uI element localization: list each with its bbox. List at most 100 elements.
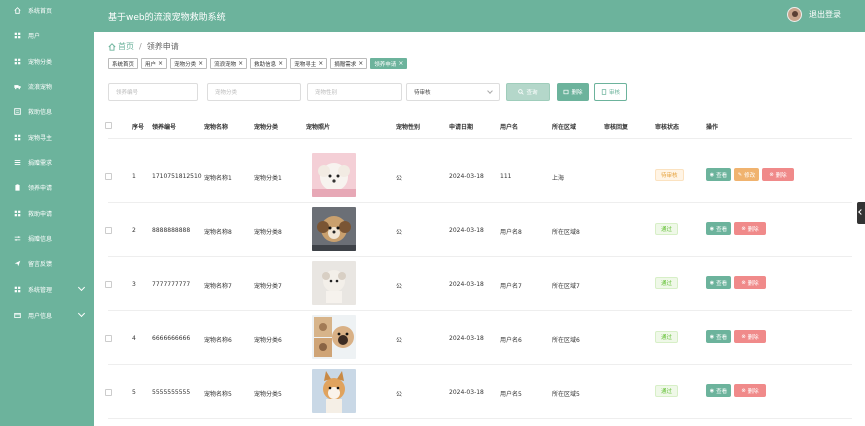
tab-2[interactable]: 宠物分类 × <box>170 58 208 69</box>
cell-pet-name: 宠物名称6 <box>204 337 232 344</box>
breadcrumb-home[interactable]: 首页 <box>118 41 134 52</box>
sidebar-item-7[interactable]: 救助申请 <box>0 203 94 223</box>
view-button[interactable]: ◉ 查看 <box>706 330 731 343</box>
row-checkbox[interactable] <box>105 227 112 234</box>
tab-1[interactable]: 用户 × <box>141 58 168 69</box>
cell-username: 用户名8 <box>500 229 522 236</box>
pet-photo <box>312 369 356 413</box>
sidebar-item-1[interactable]: 宠物分类 <box>0 51 94 71</box>
category-input[interactable]: 宠物分类 <box>207 83 301 101</box>
grid-icon <box>14 32 21 39</box>
user-box[interactable]: 退出登录 <box>787 7 841 22</box>
sidebar-item-8[interactable]: 捐赠信息 <box>0 228 94 248</box>
sidebar-item-5[interactable]: 捐赠需求 <box>0 152 94 172</box>
edit-button[interactable]: ✎ 修改 <box>734 168 759 181</box>
row-delete-button-label: 删除 <box>747 388 759 395</box>
view-button[interactable]: ◉ 查看 <box>706 384 731 397</box>
cell-date: 2024-03-18 <box>449 389 484 396</box>
row-delete-button[interactable]: ⊗ 删除 <box>734 222 766 235</box>
view-button-label: 查看 <box>716 388 728 395</box>
eye-icon: ◉ <box>709 387 715 394</box>
column-header: 宠物性别 <box>396 124 421 131</box>
row-checkbox[interactable] <box>105 389 112 396</box>
pet-photo <box>312 207 356 251</box>
column-header: 申请日期 <box>449 124 474 131</box>
sidebar-item-9[interactable]: 留言反馈 <box>0 253 94 273</box>
view-button[interactable]: ◉ 查看 <box>706 168 731 181</box>
sidebar-item-11[interactable]: 用户信息 <box>0 305 94 325</box>
row-checkbox[interactable] <box>105 173 112 180</box>
side-toggle-tab[interactable] <box>857 202 865 224</box>
search-button[interactable]: 查询 <box>506 83 550 101</box>
tab-7[interactable]: 领养申请 × <box>370 58 408 69</box>
send-icon <box>14 260 21 267</box>
sidebar-item-label: 救助信息 <box>28 108 53 116</box>
delete-icon: ⊗ <box>769 171 774 178</box>
tab-0[interactable]: 系统首页 <box>108 58 139 69</box>
table-row[interactable]: 1 1710751812510 宠物名称1 宠物分类1 公 2024-03-18 111 上海… <box>105 149 852 203</box>
status-badge: 通过 <box>655 385 679 397</box>
cell-adopt-no: 6666666666 <box>152 335 191 342</box>
cell-adopt-no: 5555555555 <box>152 389 191 396</box>
status-badge: 通过 <box>655 223 679 235</box>
breadcrumb-separator: / <box>139 42 142 51</box>
row-delete-button[interactable]: ⊗ 删除 <box>762 168 794 181</box>
select-all-checkbox[interactable] <box>105 122 112 129</box>
table-row[interactable]: 4 6666666666 宠物名称6 宠物分类6 公 2024-03-18 用户名6 所在区域… <box>105 311 852 365</box>
view-button-label: 查看 <box>716 334 728 341</box>
table-row[interactable]: 2 8888888888 宠物名称8 宠物分类8 公 2024-03-18 用户名8 所在区域… <box>105 203 852 257</box>
view-button[interactable]: ◉ 查看 <box>706 222 731 235</box>
gender-input[interactable]: 宠物性别 <box>307 83 402 101</box>
cell-area: 所在区域6 <box>552 337 580 344</box>
row-delete-button[interactable]: ⊗ 删除 <box>734 276 766 289</box>
close-icon[interactable]: × <box>318 60 323 67</box>
row-checkbox[interactable] <box>105 335 112 342</box>
sidebar-item-0[interactable]: 用户 <box>0 25 94 45</box>
adopt-no-input[interactable]: 领养编号 <box>108 83 198 101</box>
delete-icon: ⊗ <box>741 387 746 394</box>
view-button[interactable]: ◉ 查看 <box>706 276 731 289</box>
tab-5[interactable]: 宠物寻主 × <box>290 58 328 69</box>
tab-label: 宠物寻主 <box>294 61 317 68</box>
audit-button[interactable]: 审核 <box>594 83 627 101</box>
tab-6[interactable]: 捐赠需求 × <box>330 58 368 69</box>
sidebar-item-label: 领养申请 <box>28 184 53 192</box>
status-select[interactable]: 待审核 <box>406 83 500 101</box>
audit-icon <box>601 89 607 95</box>
table-row[interactable]: 3 7777777777 宠物名称7 宠物分类7 公 2024-03-18 用户名7 所在区域… <box>105 257 852 311</box>
delete-button[interactable]: 删除 <box>557 83 589 101</box>
sidebar-item-6[interactable]: 领养申请 <box>0 177 94 197</box>
row-checkbox[interactable] <box>105 281 112 288</box>
table-row[interactable]: 5 5555555555 宠物名称5 宠物分类5 公 2024-03-18 用户名5 所在区域… <box>105 365 852 419</box>
close-icon[interactable]: × <box>198 60 203 67</box>
row-delete-button-label: 删除 <box>747 334 759 341</box>
sidebar-item-3[interactable]: 救助信息 <box>0 101 94 121</box>
column-header: 所在区域 <box>552 124 577 131</box>
close-icon[interactable]: × <box>238 60 243 67</box>
cell-username: 111 <box>500 173 512 180</box>
tab-4[interactable]: 救助信息 × <box>250 58 288 69</box>
sidebar-item-2[interactable]: 流浪宠物 <box>0 76 94 96</box>
close-icon[interactable]: × <box>278 60 283 67</box>
logout-link[interactable]: 退出登录 <box>809 9 841 20</box>
row-delete-button[interactable]: ⊗ 删除 <box>734 330 766 343</box>
cell-index: 3 <box>132 281 136 288</box>
tab-3[interactable]: 流浪宠物 × <box>210 58 248 69</box>
close-icon[interactable]: × <box>358 60 363 67</box>
close-icon[interactable]: × <box>398 60 403 67</box>
sidebar-item-4[interactable]: 宠物寻主 <box>0 127 94 147</box>
close-icon[interactable]: × <box>158 60 163 67</box>
search-button-label: 查询 <box>526 90 538 96</box>
cell-date: 2024-03-18 <box>449 335 484 342</box>
cell-category: 宠物分类8 <box>254 229 282 236</box>
cell-adopt-no: 8888888888 <box>152 227 191 234</box>
sidebar-item-home[interactable]: 系统首页 <box>0 0 94 20</box>
row-delete-button[interactable]: ⊗ 删除 <box>734 384 766 397</box>
column-header: 宠物分类 <box>254 124 279 131</box>
pet-photo <box>312 153 356 197</box>
sidebar-item-10[interactable]: 系统管理 <box>0 279 94 299</box>
cell-category: 宠物分类6 <box>254 337 282 344</box>
view-button-label: 查看 <box>716 280 728 287</box>
view-button-label: 查看 <box>716 172 728 179</box>
cell-adopt-no: 7777777777 <box>152 281 191 288</box>
